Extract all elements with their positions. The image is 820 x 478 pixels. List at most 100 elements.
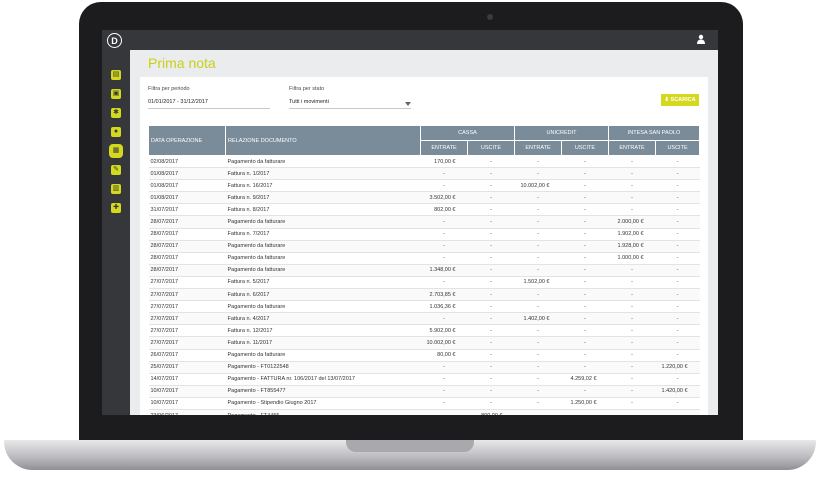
- ledger-icon[interactable]: ▦: [111, 146, 121, 156]
- state-filter-select[interactable]: Tutti i movimenti: [289, 99, 411, 109]
- cell-amount: -: [561, 252, 609, 265]
- cell-amount: -: [514, 361, 562, 374]
- cell-amount: -: [420, 167, 468, 181]
- cell-amount: 2.000,00 €: [608, 215, 656, 229]
- cell-amount: -: [420, 373, 468, 386]
- table-row[interactable]: 27/07/2017 Fattura n. 11/2017 10.002,00 € -…: [148, 336, 700, 350]
- cell-amount: -: [467, 191, 515, 205]
- contacts-icon[interactable]: ▣: [111, 89, 121, 99]
- user-circle-icon[interactable]: ●: [111, 127, 121, 137]
- cell-amount: -: [608, 300, 656, 314]
- cell-amount: -: [514, 240, 562, 253]
- cell-amount: -: [420, 179, 468, 193]
- table-row[interactable]: 23/06/2017Pagamento - FT4455-800,00 €---…: [148, 409, 700, 415]
- cell-amount: -: [467, 228, 515, 241]
- cell-amount: -: [514, 409, 562, 415]
- cell-amount: -: [561, 215, 609, 229]
- table-row[interactable]: 14/07/2017 Pagamento - FATTURA nr. 106/20…: [148, 373, 700, 386]
- cell-document: Pagamento - FT0122548: [225, 361, 421, 374]
- header-intesa: INTESA SAN PAOLO: [608, 125, 701, 141]
- cell-amount: -: [561, 203, 609, 217]
- cell-amount: -: [514, 397, 562, 410]
- table-row[interactable]: 31/07/2017 Fattura n. 8/2017 802,00 € - - - - -: [148, 203, 700, 217]
- settings-icon[interactable]: ✚: [111, 203, 121, 213]
- download-button[interactable]: ⬇ SCARICA: [661, 94, 699, 106]
- calendar-icon[interactable]: ▤: [111, 70, 121, 80]
- header-cassa-entrate: ENTRATE: [420, 140, 468, 156]
- header-unicredit-uscite: USCITE: [560, 140, 610, 156]
- logo-icon[interactable]: D: [107, 33, 122, 48]
- table-row[interactable]: 02/08/2017 Pagamento da fatturare 170,00 €…: [148, 155, 700, 169]
- cell-document: Pagamento da fatturare: [225, 215, 421, 229]
- table-row[interactable]: 10/07/2017 Pagamento - FT855477- - - - -1.420…: [148, 385, 700, 398]
- table-row[interactable]: 28/07/2017 Pagamento da fatturare - - - -1.92…: [148, 240, 700, 253]
- cell-amount: -: [561, 179, 609, 193]
- cell-amount: -: [467, 300, 515, 314]
- table-row[interactable]: 28/07/2017 Fattura n. 7/2017- - - -1.902,00 …: [148, 228, 700, 241]
- gear-icon[interactable]: ✱: [111, 108, 121, 118]
- cell-amount: -: [420, 361, 468, 374]
- table-row[interactable]: 01/08/2017 Fattura n. 1/2017- - - - - -: [148, 167, 700, 181]
- cell-document: Pagamento da fatturare: [225, 300, 421, 314]
- cell-amount: -: [561, 361, 609, 374]
- table-row[interactable]: 01/08/2017 Fattura n. 16/2017- -10.002,00 …: [148, 179, 700, 193]
- cell-amount: -: [655, 240, 700, 253]
- camera: [487, 14, 493, 20]
- cell-document: Fattura n. 11/2017: [225, 336, 421, 350]
- cell-date: 27/07/2017: [148, 288, 226, 302]
- period-filter-input[interactable]: 01/01/2017 - 31/12/2017: [148, 99, 270, 109]
- table-row[interactable]: 27/07/2017 Pagamento da fatturare 1.036,36…: [148, 300, 700, 314]
- document-icon[interactable]: ▥: [111, 184, 121, 194]
- cell-document: Fattura n. 12/2017: [225, 324, 421, 338]
- table-row[interactable]: 27/07/2017 Fattura n. 5/2017- -1.502,00 € -…: [148, 276, 700, 290]
- cell-amount: -: [608, 385, 656, 398]
- cell-date: 01/08/2017: [148, 167, 226, 181]
- cell-amount: -: [655, 276, 700, 290]
- cell-amount: 1.250,00 €: [561, 397, 609, 410]
- cell-amount: -: [561, 228, 609, 241]
- table-row[interactable]: 28/07/2017 Pagamento da fatturare 1.348,00…: [148, 264, 700, 277]
- cell-amount: -: [514, 215, 562, 229]
- table-row[interactable]: 28/07/2017 Pagamento da fatturare - - - -2.00…: [148, 215, 700, 229]
- cell-amount: -: [467, 385, 515, 398]
- cell-amount: 10.002,00 €: [514, 179, 562, 193]
- cell-amount: -: [420, 240, 468, 253]
- cell-document: Pagamento da fatturare: [225, 264, 421, 277]
- cell-amount: -: [655, 179, 700, 193]
- table-row[interactable]: 27/07/2017 Fattura n. 6/2017 2.703,85 € - - -…: [148, 288, 700, 302]
- cell-amount: -: [608, 336, 656, 350]
- cell-amount: -: [608, 312, 656, 326]
- cell-amount: -: [514, 300, 562, 314]
- cell-date: 01/08/2017: [148, 179, 226, 193]
- table-row[interactable]: 28/07/2017 Pagamento da fatturare - - - -1.00…: [148, 252, 700, 265]
- wrench-icon[interactable]: ✎: [111, 165, 121, 175]
- cell-amount: -: [420, 252, 468, 265]
- cell-date: 28/07/2017: [148, 215, 226, 229]
- cell-amount: 1.402,00 €: [514, 312, 562, 326]
- header-document[interactable]: RELAZIONE DOCUMENTO: [225, 125, 421, 156]
- cell-document: Pagamento da fatturare: [225, 240, 421, 253]
- header-date[interactable]: DATA OPERAZIONE: [148, 125, 226, 156]
- cell-date: 28/07/2017: [148, 228, 226, 241]
- table-row[interactable]: 10/07/2017 Pagamento - Stipendio Giugno 2…: [148, 397, 700, 410]
- cell-amount: -: [467, 312, 515, 326]
- user-icon[interactable]: [696, 34, 706, 46]
- cell-amount: 4.259,02 €: [561, 373, 609, 386]
- cell-amount: -: [561, 336, 609, 350]
- cell-amount: -: [655, 288, 700, 302]
- header-cassa: CASSA: [420, 125, 515, 141]
- cell-amount: 170,00 €: [420, 155, 468, 169]
- table-row[interactable]: 26/07/2017 Pagamento da fatturare 80,00 € -…: [148, 349, 700, 362]
- cell-date: 27/07/2017: [148, 324, 226, 338]
- cell-document: Pagamento - FT855477: [225, 385, 421, 398]
- table-row[interactable]: 25/07/2017 Pagamento - FT0122548- - - - -1.22…: [148, 361, 700, 374]
- cell-amount: -: [561, 300, 609, 314]
- cell-amount: -: [608, 264, 656, 277]
- table-row[interactable]: 27/07/2017 Fattura n. 12/2017 5.902,00 € - -…: [148, 324, 700, 338]
- cell-document: Pagamento da fatturare: [225, 252, 421, 265]
- cell-amount: -: [514, 336, 562, 350]
- table-row[interactable]: 01/08/2017 Fattura n. 9/2017 3.502,00 € - - -…: [148, 191, 700, 205]
- cell-date: 02/08/2017: [148, 155, 226, 169]
- cell-date: 27/07/2017: [148, 276, 226, 290]
- table-row[interactable]: 27/07/2017 Fattura n. 4/2017- -1.402,00 € -…: [148, 312, 700, 326]
